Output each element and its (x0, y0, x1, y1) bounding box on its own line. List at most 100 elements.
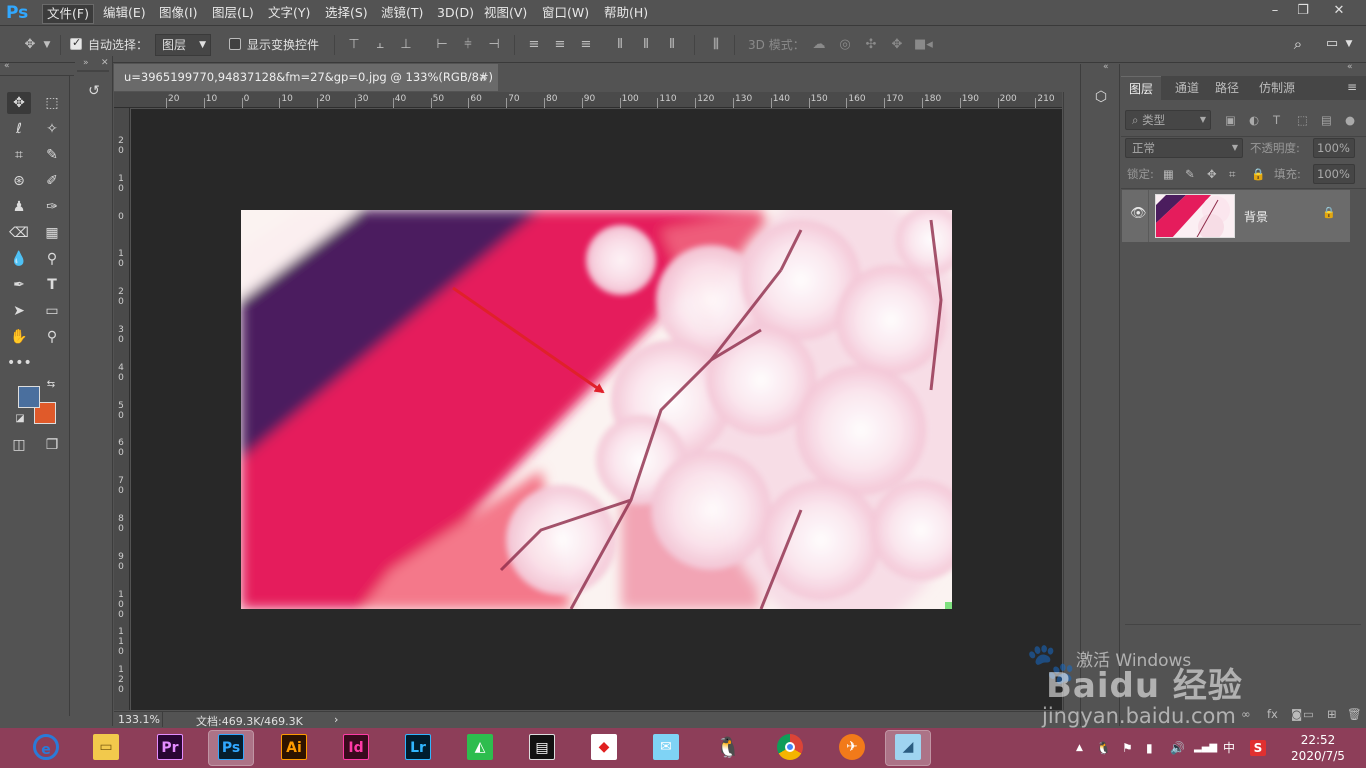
gradient-tool-icon[interactable]: ▦ (40, 222, 64, 244)
crop-tool-icon[interactable]: ⌗ (7, 144, 31, 166)
tray-flag-icon[interactable]: ⚑ (1122, 740, 1133, 756)
3d-pan-icon[interactable]: ✣ (862, 36, 880, 54)
distribute-right-icon[interactable]: ⦀ (664, 36, 680, 54)
default-colors-icon[interactable]: ◪ (13, 412, 27, 426)
close-icon[interactable]: × (478, 64, 488, 91)
delete-layer-icon[interactable]: 🗑 (1347, 704, 1362, 724)
healing-brush-tool-icon[interactable]: ⊛ (7, 170, 31, 192)
filter-toggle-icon[interactable]: ● (1345, 110, 1355, 130)
3d-scale-icon[interactable]: ■◂ (914, 36, 933, 54)
taskbar-photoshop[interactable]: Ps (208, 730, 254, 766)
taskbar-notes-app[interactable]: ◢ (885, 730, 931, 766)
distribute-hcenter-icon[interactable]: ⦀ (638, 36, 654, 54)
taskbar-premiere[interactable]: Pr (148, 731, 192, 765)
lock-paint-icon[interactable]: ✎ (1185, 164, 1195, 184)
collapse-icon[interactable]: « (1347, 62, 1353, 72)
vertical-scrollbar[interactable] (1063, 92, 1079, 710)
tab-clone-source[interactable]: 仿制源 (1251, 76, 1303, 100)
close-icon[interactable]: ✕ (101, 58, 109, 68)
move-tool-icon[interactable]: ✥ (7, 92, 31, 114)
taskbar-green-app[interactable]: ◭ (458, 731, 502, 765)
more-tools-icon[interactable]: ••• (7, 352, 32, 374)
blend-mode-dropdown[interactable]: 正常 ▼ (1125, 138, 1243, 158)
tray-expand-icon[interactable]: ▲ (1076, 740, 1083, 756)
eraser-tool-icon[interactable]: ⌫ (7, 222, 31, 244)
tab-channels[interactable]: 通道 (1167, 76, 1207, 100)
align-left-icon[interactable]: ⊢ (434, 36, 450, 54)
menu-layer[interactable]: 图层(L) (208, 4, 258, 24)
minimize-icon[interactable]: – (1260, 2, 1290, 20)
menu-select[interactable]: 选择(S) (321, 4, 372, 24)
taskbar-clock-date[interactable]: 2020/7/5 (1286, 749, 1350, 764)
panel-menu-icon[interactable]: ≡ (1347, 80, 1357, 94)
auto-select-dropdown[interactable]: 图层 ▼ (155, 34, 211, 56)
taskbar-video-editor[interactable]: ▤ (520, 731, 564, 765)
distribute-top-icon[interactable]: ≡ (526, 36, 542, 54)
lock-all-icon[interactable]: 🔒 (1251, 164, 1265, 184)
lock-artboard-icon[interactable]: ⌗ (1229, 164, 1235, 184)
dodge-tool-icon[interactable]: ⚲ (40, 248, 64, 270)
eyedropper-tool-icon[interactable]: ✎ (40, 144, 64, 166)
tab-layers[interactable]: 图层 (1121, 76, 1162, 100)
distribute-left-icon[interactable]: ⦀ (612, 36, 628, 54)
collapse-icon[interactable]: « (4, 61, 10, 71)
rectangle-tool-icon[interactable]: ▭ (40, 300, 64, 322)
taskbar-edge[interactable]: e (24, 731, 68, 765)
filter-type-icon[interactable]: T (1273, 110, 1280, 130)
path-selection-tool-icon[interactable]: ➤ (7, 300, 31, 322)
filter-adjustment-icon[interactable]: ◐ (1249, 110, 1259, 130)
auto-align-icon[interactable]: ⫼ (708, 36, 724, 54)
fill-input[interactable]: 100% (1313, 164, 1355, 184)
history-icon[interactable]: ↺ (82, 80, 106, 102)
menu-edit[interactable]: 编辑(E) (99, 4, 150, 24)
move-tool-icon[interactable]: ✥ (20, 36, 40, 54)
workspace-icon[interactable]: ▭ (1322, 35, 1342, 53)
tray-volume-icon[interactable]: 🔊 (1170, 740, 1185, 756)
tray-qq-icon[interactable]: 🐧 (1096, 740, 1111, 756)
chevron-down-icon[interactable]: ▼ (40, 36, 54, 54)
foreground-color-swatch[interactable] (18, 386, 40, 408)
taskbar-lightroom[interactable]: Lr (396, 731, 440, 765)
ruler-vertical[interactable]: 2 0 1 0 0 1 0 2 0 3 0 4 0 5 0 6 0 7 0 8 0 9 0 1 0 0 1… (114, 108, 130, 710)
menu-window[interactable]: 窗口(W) (538, 4, 593, 24)
blur-tool-icon[interactable]: 💧 (7, 248, 31, 270)
taskbar-indesign[interactable]: Id (334, 731, 378, 765)
type-tool-icon[interactable]: T (40, 274, 64, 296)
taskbar-phoenix-app[interactable]: ✈ (830, 731, 874, 765)
quick-mask-icon[interactable]: ◫ (7, 434, 31, 456)
menu-image[interactable]: 图像(I) (155, 4, 201, 24)
expand-icon[interactable]: » (83, 58, 89, 68)
magic-wand-tool-icon[interactable]: ✧ (40, 118, 64, 140)
lock-position-icon[interactable]: ✥ (1207, 164, 1217, 184)
filter-smart-object-icon[interactable]: ▤ (1321, 110, 1332, 130)
collapse-icon[interactable]: « (1103, 62, 1109, 72)
tray-ime-indicator[interactable]: 中 (1223, 740, 1235, 756)
taskbar-bird-app[interactable]: ✉ (644, 731, 688, 765)
zoom-level[interactable]: 133.1% (118, 713, 160, 726)
clone-stamp-tool-icon[interactable]: ♟ (7, 196, 31, 218)
distribute-vcenter-icon[interactable]: ≡ (552, 36, 568, 54)
history-brush-tool-icon[interactable]: ✑ (40, 196, 64, 218)
lock-transparent-icon[interactable]: ▦ (1163, 164, 1174, 184)
menu-view[interactable]: 视图(V) (480, 4, 531, 24)
3d-cube-icon[interactable]: ⬡ (1089, 86, 1113, 108)
3d-slide-icon[interactable]: ✥ (888, 36, 906, 54)
distribute-bottom-icon[interactable]: ≡ (578, 36, 594, 54)
taskbar-file-explorer[interactable]: ▭ (84, 731, 128, 765)
taskbar-illustrator[interactable]: Ai (272, 731, 316, 765)
ruler-horizontal[interactable]: 20 10 0 10 20 30 40 50 60 70 80 90 100 110 120 130 140 15… (114, 92, 1062, 108)
restore-icon[interactable]: ❐ (1288, 2, 1318, 20)
align-vcenter-icon[interactable]: ⫠ (372, 36, 388, 54)
screen-mode-icon[interactable]: ❐ (40, 434, 64, 456)
chevron-down-icon[interactable]: ▼ (1342, 35, 1356, 53)
close-icon[interactable]: ✕ (1324, 2, 1354, 20)
lasso-tool-icon[interactable]: ℓ (7, 118, 31, 140)
filter-pixel-icon[interactable]: ▣ (1225, 110, 1236, 130)
taskbar-chrome[interactable] (768, 731, 812, 765)
menu-help[interactable]: 帮助(H) (600, 4, 652, 24)
document-tab[interactable]: u=3965199770,94837128&fm=27&gp=0.jpg @ 1… (114, 64, 498, 91)
filter-shape-icon[interactable]: ⬚ (1297, 110, 1308, 130)
tray-network-icon[interactable]: ▂▄▆ (1194, 740, 1217, 756)
layer-filter-dropdown[interactable]: ⌕ 类型 ▼ (1125, 110, 1211, 130)
pen-tool-icon[interactable]: ✒ (7, 274, 31, 296)
